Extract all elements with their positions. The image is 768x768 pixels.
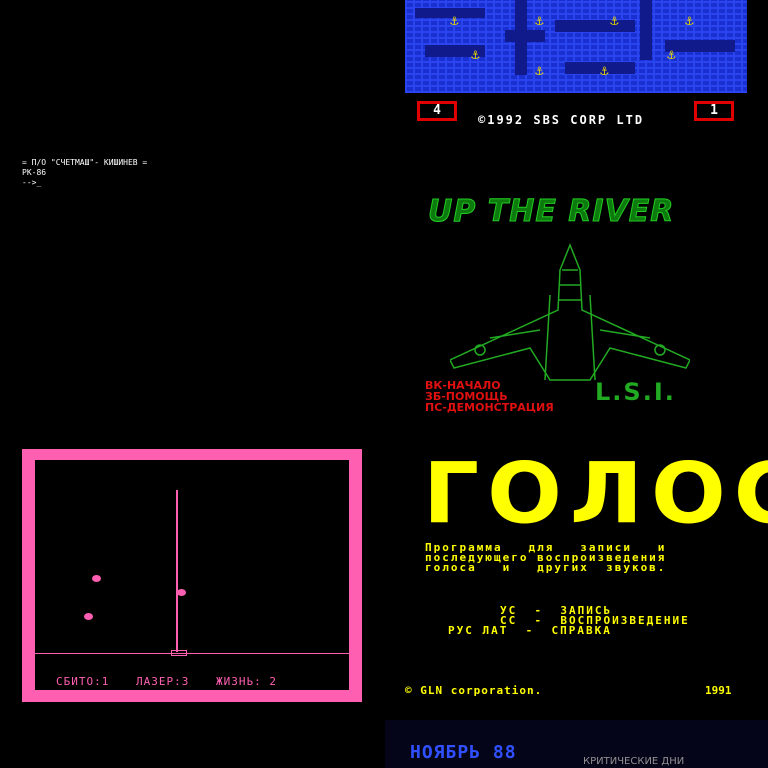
jet-icon [450,242,690,381]
golos-description-line: голоса и других звуков. [425,561,667,574]
river-title: UP THE RIVER [427,194,675,230]
anchor-icon: ⚓ [535,13,544,29]
maze-wall [555,20,635,32]
anchor-icon: ⚓ [600,63,609,79]
ground-line [35,653,349,654]
golos-copyright: © GLN corporation. [405,684,543,697]
maze-wall [640,0,652,60]
enemy-target [92,575,101,582]
maze-wall [665,40,735,52]
terminal-screen: = П/О "СЧЕТМАШ"- КИШИНЕВ = РК-86 -->_ [22,158,147,188]
maze-wall [515,0,527,75]
november-title: НОЯБРЬ 88 [410,742,517,763]
golos-title: ГОЛОС [423,444,768,543]
maze-copyright: ©1992 SBS CORP LTD [478,113,645,127]
laser-beam [176,490,178,652]
terminal-line: = П/О "СЧЕТМАШ"- КИШИНЕВ = [22,158,148,167]
laser-counter: ЛАЗЕР:3 [136,675,190,688]
anchor-icon: ⚓ [450,13,459,29]
enemy-target [84,613,93,620]
lives-status: ЖИЗНЬ: 2 [216,675,277,688]
enemy-target [177,589,186,596]
river-menu: ВК-НАЧАЛО ЗБ-ПОМОЩЬ ПС-ДЕМОНСТРАЦИЯ [425,380,554,413]
arena-field [35,460,349,690]
golos-year: 1991 [705,684,732,697]
terminal-prompt: -->_ [22,178,42,187]
maze-game-screen: ⚓ ⚓ ⚓ ⚓ ⚓ ⚓ ⚓ ⚓ [405,0,747,93]
anchor-icon: ⚓ [535,63,544,79]
anchor-icon: ⚓ [471,47,480,63]
lives-counter: 4 [417,101,457,121]
menu-item-demo[interactable]: ПС-ДЕМОНСТРАЦИЯ [425,402,554,413]
november-subtitle: КРИТИЧЕСКИЕ ДНИ [583,756,685,767]
terminal-line: РК-86 [22,168,47,177]
shot-down-counter: СБИТО:1 [56,675,110,688]
anchor-icon: ⚓ [685,13,694,29]
anchor-icon: ⚓ [610,13,619,29]
level-counter: 1 [694,101,734,121]
laser-game-arena [22,449,362,702]
anchor-icon: ⚓ [667,47,676,63]
golos-key-help: РУС ЛАТ - СПРАВКА [448,624,612,637]
lsi-logo: L.S.I. [595,378,676,406]
